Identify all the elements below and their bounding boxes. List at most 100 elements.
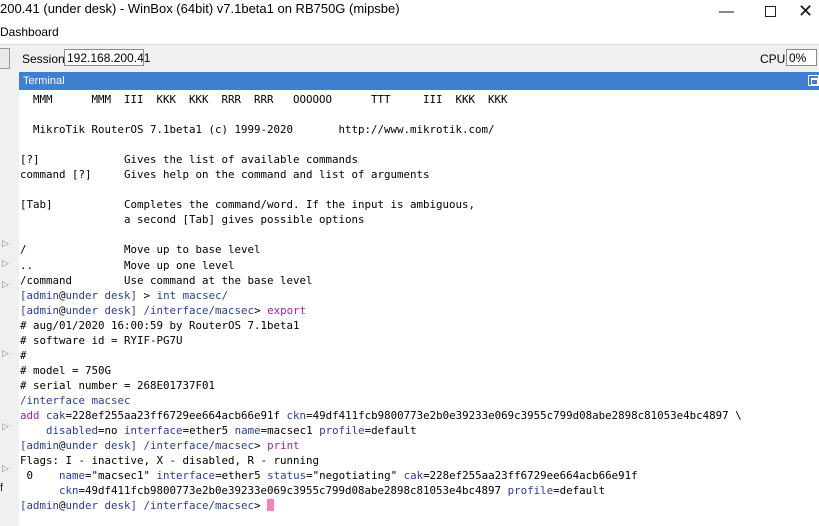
terminal-text: under desk] — [65, 288, 144, 302]
expand-arrow-icon[interactable]: ▷ — [2, 278, 14, 290]
terminal-line: ckn=49df411fcb9800773e2b0e39233e069c3955… — [20, 483, 819, 498]
terminal-text: [admin — [20, 439, 60, 453]
terminal-text: =ether5 — [215, 469, 268, 483]
terminal-text: =228ef255aa23ff6729ee664acb66e91f — [65, 408, 287, 422]
terminal-text: ="negotiating" — [306, 469, 404, 483]
terminal-text: =49df411fcb9800773e2b0e39233e069c3955c79… — [78, 484, 508, 498]
terminal-text: /interface/macsec — [143, 303, 255, 317]
maximize-button[interactable] — [748, 0, 793, 22]
window-title: 200.41 (under desk) - WinBox (64bit) v7.… — [0, 1, 400, 16]
cpu-field: 0% — [786, 49, 817, 66]
terminal-text: interface — [124, 424, 183, 438]
close-icon: ✕ — [797, 0, 814, 21]
menu-item-dashboard[interactable]: Dashboard — [0, 25, 59, 39]
terminal-text: # aug/01/2020 16:00:59 by RouterOS 7.1be… — [20, 318, 300, 332]
terminal-line: disabled=no interface=ether5 name=macsec… — [20, 423, 819, 438]
session-label: Session: — [22, 52, 69, 66]
expand-arrow-icon[interactable]: ▷ — [2, 347, 14, 359]
terminal-text: add — [20, 408, 47, 422]
left-dock-strip: ▷ ▷ ▷ ▷ ▷ ▷ f — [0, 72, 20, 526]
terminal-line: # aug/01/2020 16:00:59 by RouterOS 7.1be… — [20, 318, 819, 333]
terminal-text: interface — [156, 469, 216, 483]
terminal-text: [Tab] Completes the command/word. If the… — [20, 198, 476, 212]
terminal-text: ="macsec1" — [85, 469, 157, 483]
terminal-text: MikroTik RouterOS 7.1beta1 (c) 1999-2020… — [20, 123, 495, 137]
terminal-text: > — [143, 288, 157, 302]
terminal-line: [?] Gives the list of available commands — [20, 152, 819, 167]
terminal-cursor — [267, 499, 275, 512]
terminal-output[interactable]: MMM MMM III KKK KKK RRR RRR OOOOOO TTT I… — [20, 92, 819, 526]
terminal-text: =macsec1 — [260, 424, 320, 438]
terminal-line: # — [20, 348, 819, 363]
terminal-text: =no — [98, 424, 125, 438]
terminal-maximize-icon[interactable] — [808, 75, 819, 86]
maximize-icon — [765, 5, 776, 17]
toolbar-left-button[interactable] — [0, 48, 10, 69]
session-field[interactable]: 192.168.200.41 — [64, 49, 150, 66]
terminal-text: ckn — [59, 484, 79, 498]
terminal-text: .. Move up one level — [20, 258, 235, 272]
terminal-text: command [?] Gives help on the command an… — [20, 168, 430, 182]
terminal-text: under desk] — [65, 303, 144, 317]
terminal-text: under desk] — [65, 439, 144, 453]
terminal-line: [admin@under desk] > int macsec/ — [20, 288, 819, 303]
terminal-text: [admin — [20, 499, 60, 513]
terminal-text: /interface/macsec — [143, 499, 255, 513]
terminal-text: cak — [403, 469, 424, 483]
close-button[interactable]: ✕ — [792, 0, 819, 22]
terminal-text: int macsec/ — [156, 288, 229, 302]
minimize-button[interactable]: — — [704, 0, 749, 22]
terminal-text: # model = 750G — [20, 363, 112, 377]
terminal-text: > — [254, 499, 268, 513]
terminal-line: 0 name="macsec1" interface=ether5 status… — [20, 468, 819, 483]
terminal-text: [admin — [20, 303, 60, 317]
terminal-line: .. Move up one level — [20, 258, 819, 273]
terminal-text: [admin — [20, 288, 60, 302]
terminal-text: # serial number = 268E01737F01 — [20, 378, 216, 392]
terminal-line: add cak=228ef255aa23ff6729ee664acb66e91f… — [20, 408, 819, 423]
terminal-text: cak — [46, 408, 66, 422]
terminal-text: =228ef255aa23ff6729ee664acb66e91f — [423, 469, 638, 483]
terminal-line: # model = 750G — [20, 363, 819, 378]
terminal-line: MikroTik RouterOS 7.1beta1 (c) 1999-2020… — [20, 122, 819, 137]
terminal-text: # software id = RYIF-PG7U — [20, 333, 183, 347]
terminal-text: =49df411fcb9800773e2b0e39233e069c3955c79… — [306, 408, 742, 422]
terminal-titlebar: Terminal — [19, 72, 819, 90]
terminal-text: /interface/macsec — [143, 439, 255, 453]
terminal-text: /interface macsec — [20, 393, 131, 407]
expand-arrow-icon[interactable]: ▷ — [2, 237, 14, 249]
window-titlebar: 200.41 (under desk) - WinBox (64bit) v7.… — [0, 0, 819, 22]
terminal-text: 0 — [20, 469, 60, 483]
terminal-line: a second [Tab] gives possible options — [20, 212, 819, 227]
terminal-window: Terminal MMM MMM III KKK KKK RRR RRR OOO… — [19, 72, 819, 526]
terminal-text: =default — [553, 484, 606, 498]
terminal-line: [admin@under desk] /interface/macsec> — [20, 498, 819, 513]
terminal-text: under desk] — [65, 499, 144, 513]
terminal-title: Terminal — [23, 75, 65, 87]
terminal-line: # software id = RYIF-PG7U — [20, 333, 819, 348]
expand-arrow-icon[interactable]: ▷ — [2, 420, 14, 432]
terminal-text: > — [254, 439, 268, 453]
terminal-line: / Move up to base level — [20, 242, 819, 257]
terminal-text: Flags: I - inactive, X - disabled, R - r… — [20, 454, 320, 468]
terminal-text: disabled — [46, 424, 99, 438]
terminal-text: profile — [319, 424, 365, 438]
terminal-text: name — [234, 424, 261, 438]
expand-arrow-icon[interactable]: ▷ — [2, 462, 14, 474]
terminal-text: # — [20, 348, 27, 362]
expand-arrow-icon[interactable]: ▷ — [2, 257, 14, 269]
terminal-text: =ether5 — [182, 424, 235, 438]
terminal-line: Flags: I - inactive, X - disabled, R - r… — [20, 453, 819, 468]
terminal-line: /interface macsec — [20, 393, 819, 408]
terminal-line: command [?] Gives help on the command an… — [20, 167, 819, 182]
terminal-text: profile — [507, 484, 554, 498]
terminal-line: /command Use command at the base level — [20, 273, 819, 288]
terminal-text: [?] Gives the list of available commands — [20, 153, 359, 167]
terminal-line: [Tab] Completes the command/word. If the… — [20, 197, 819, 212]
terminal-text: / Move up to base level — [20, 243, 261, 257]
terminal-text: /command Use command at the base level — [20, 273, 313, 287]
